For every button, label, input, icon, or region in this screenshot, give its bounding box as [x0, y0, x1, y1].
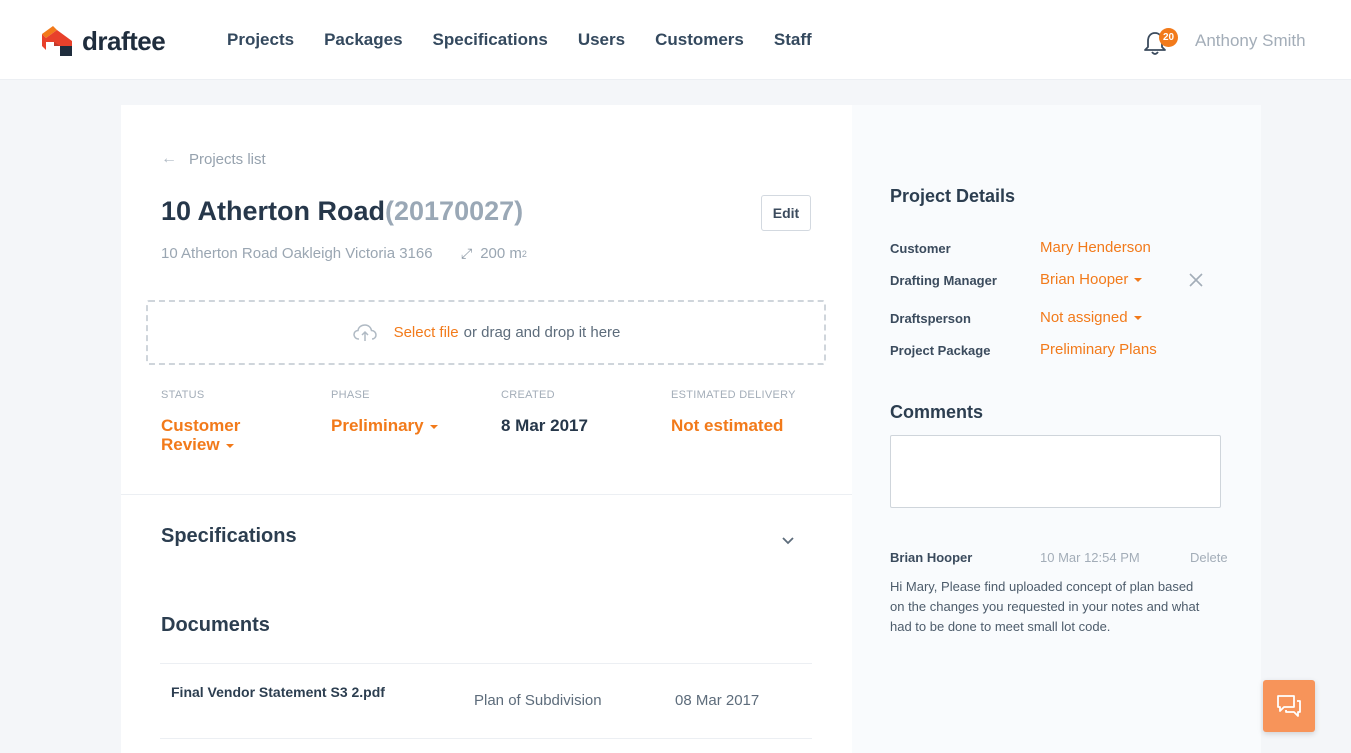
nav-users[interactable]: Users — [578, 30, 625, 50]
customer-link[interactable]: Mary Henderson — [1040, 239, 1151, 256]
drafting-manager-dropdown[interactable]: Brian Hooper — [1040, 271, 1143, 288]
customer-label: Customer — [890, 241, 951, 256]
back-link[interactable]: ← Projects list — [161, 150, 266, 168]
user-menu[interactable]: Anthony Smith — [1195, 31, 1306, 51]
file-dropzone[interactable]: Select file or drag and drop it here — [146, 300, 826, 365]
phase-value: Preliminary — [331, 416, 424, 435]
nav-packages[interactable]: Packages — [324, 30, 402, 50]
comment-author: Brian Hooper — [890, 550, 973, 565]
project-title: 10 Atherton Road — [161, 196, 386, 226]
divider — [121, 494, 852, 495]
brand-logo[interactable]: draftee — [40, 24, 166, 58]
drafting-manager-label: Drafting Manager — [890, 273, 997, 288]
main-nav: Projects Packages Specifications Users C… — [227, 30, 842, 50]
document-name[interactable]: Final Vendor Statement S3 2.pdf — [171, 681, 391, 703]
created-value: 8 Mar 2017 — [501, 416, 588, 435]
project-address: 10 Atherton Road Oakleigh Victoria 3166 — [161, 245, 433, 262]
logo-icon — [42, 26, 72, 56]
comments-heading: Comments — [890, 402, 984, 422]
chat-button[interactable] — [1263, 680, 1315, 732]
comment-body: Hi Mary, Please find uploaded concept of… — [890, 579, 1200, 634]
page-title: 10 Atherton Road(20170027) — [161, 196, 523, 227]
nav-specifications[interactable]: Specifications — [433, 30, 548, 50]
top-header: draftee Projects Packages Specifications… — [0, 0, 1351, 80]
brand-name: draftee — [82, 25, 166, 56]
document-type: Plan of Subdivision — [474, 692, 602, 709]
created-label: CREATED — [501, 389, 555, 401]
chevron-down-icon[interactable] — [781, 533, 795, 547]
phase-field: PHASE Preliminary — [331, 389, 438, 435]
notification-badge: 20 — [1159, 28, 1178, 47]
project-area: ⤢ 200 m2 — [461, 245, 527, 262]
area-unit-sup: 2 — [521, 248, 527, 259]
project-details-panel: Project Details Customer Mary Henderson … — [852, 105, 1261, 753]
caret-down-icon — [225, 443, 234, 448]
back-link-label: Projects list — [189, 150, 266, 168]
nav-customers[interactable]: Customers — [655, 30, 744, 50]
area-value: 200 m — [480, 245, 522, 262]
draftsperson-label: Draftsperson — [890, 311, 971, 326]
draftsperson-value: Not assigned — [1040, 309, 1128, 326]
nav-staff[interactable]: Staff — [774, 30, 812, 50]
project-id: (20170027) — [385, 196, 524, 226]
phase-dropdown[interactable]: Preliminary — [331, 416, 438, 435]
status-value-line1: Customer — [161, 416, 241, 435]
expand-icon: ⤢ — [461, 245, 473, 261]
cloud-upload-icon — [352, 323, 377, 341]
specifications-heading[interactable]: Specifications — [161, 525, 297, 548]
project-package-label: Project Package — [890, 343, 991, 358]
delivery-field: ESTIMATED DELIVERY Not estimated — [671, 389, 796, 435]
status-field: STATUS Customer Review — [161, 389, 240, 454]
project-main-panel: ← Projects list 10 Atherton Road(2017002… — [121, 105, 852, 753]
comment-time: 10 Mar 12:54 PM — [1040, 550, 1140, 565]
draftsperson-dropdown[interactable]: Not assigned — [1040, 309, 1142, 326]
select-file-link[interactable]: Select file — [394, 324, 459, 341]
caret-down-icon — [1133, 316, 1142, 321]
project-package-link[interactable]: Preliminary Plans — [1040, 341, 1157, 358]
nav-projects[interactable]: Projects — [227, 30, 294, 50]
caret-down-icon — [429, 424, 438, 429]
delivery-value[interactable]: Not estimated — [671, 416, 796, 435]
close-icon[interactable] — [1188, 272, 1204, 288]
phase-label: PHASE — [331, 389, 370, 401]
status-dropdown[interactable]: Customer Review — [161, 416, 240, 454]
dropzone-hint: or drag and drop it here — [463, 324, 621, 341]
arrow-left-icon: ← — [161, 150, 177, 167]
comment-delete-link[interactable]: Delete — [1190, 550, 1228, 565]
drafting-manager-value: Brian Hooper — [1040, 271, 1129, 288]
delivery-label: ESTIMATED DELIVERY — [671, 389, 796, 401]
table-row[interactable]: Final Vendor Statement S3 2.pdf Plan of … — [160, 663, 812, 739]
documents-heading: Documents — [161, 614, 270, 636]
status-value-line2: Review — [161, 435, 220, 454]
comment-input[interactable] — [890, 435, 1221, 508]
chat-icon — [1277, 695, 1301, 717]
edit-button[interactable]: Edit — [761, 195, 811, 231]
document-date: 08 Mar 2017 — [675, 692, 760, 709]
caret-down-icon — [1134, 278, 1143, 283]
project-details-heading: Project Details — [890, 186, 1016, 206]
created-field: CREATED 8 Mar 2017 — [501, 389, 588, 435]
status-label: STATUS — [161, 389, 205, 401]
